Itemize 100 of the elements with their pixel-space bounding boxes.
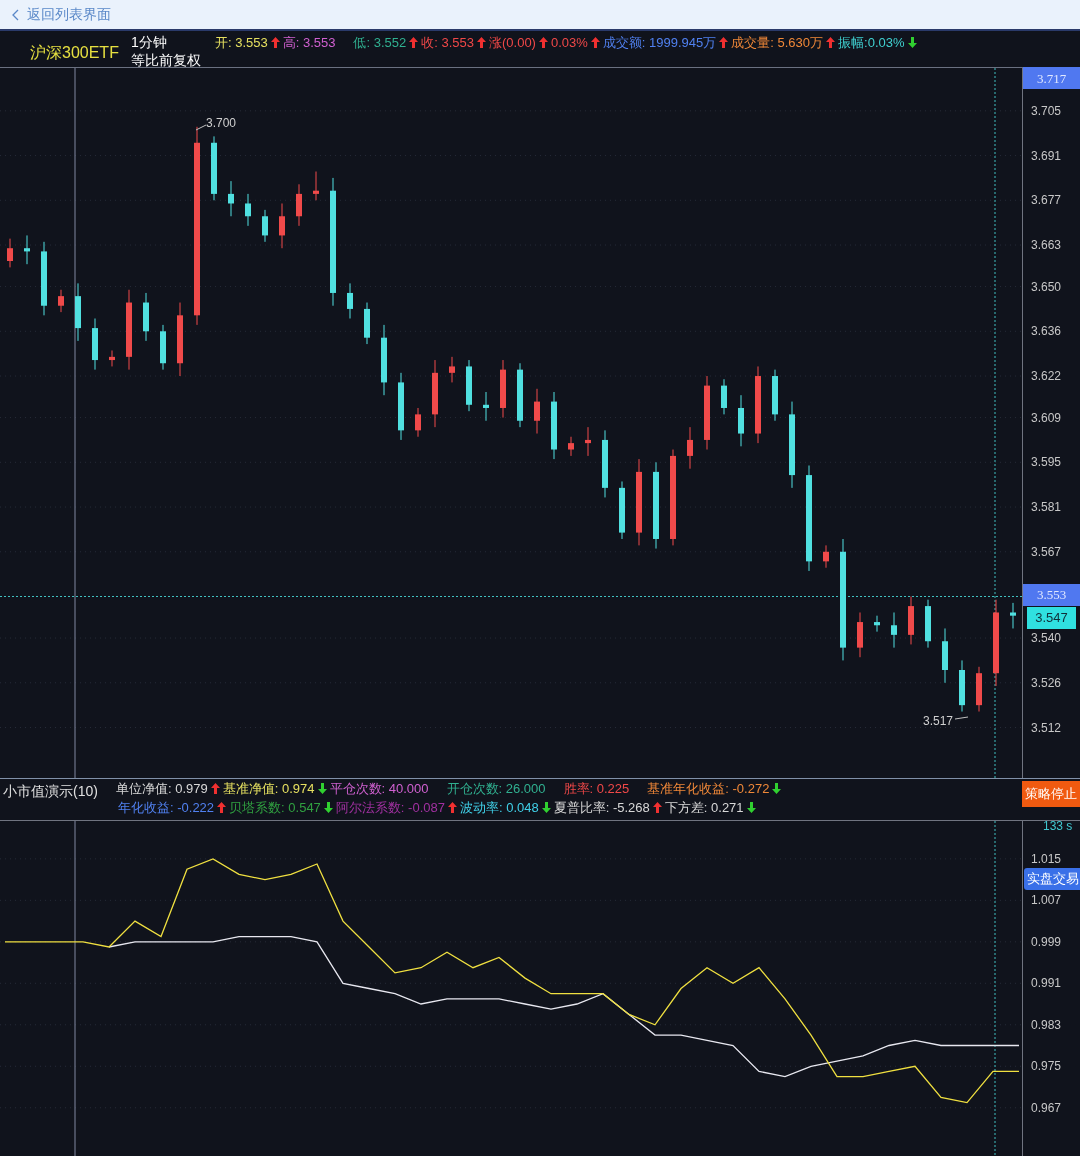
live-trading-button[interactable]: 实盘交易 [1024,868,1080,890]
stat-value: 贝塔系数: 0.547 [229,799,321,817]
candle [823,544,829,569]
candle [976,666,982,713]
candle [466,359,472,412]
candle [109,349,115,367]
back-chevron-icon [12,8,19,21]
stat-value: 低: 3.552 [353,34,407,52]
price-axis-label: 3.677 [1030,193,1062,208]
price-axis-label: 3.581 [1030,500,1062,515]
leader-line [195,124,207,131]
stat-value: 开: 3.553 [214,34,268,52]
value-axis-label: 1.007 [1030,893,1062,908]
adjust-label: 等比前复权 [130,51,201,69]
candle [92,318,98,371]
price-axis-label: 3.650 [1030,279,1062,294]
candle [602,429,608,498]
candle [551,391,557,460]
value-axis-label: 0.983 [1030,1017,1062,1032]
price-axis-label: 3.663 [1030,238,1062,252]
price-axis-label: 3.526 [1030,675,1062,690]
candle [211,135,217,201]
candle [313,171,319,201]
value-axis-label: 1.015 [1030,851,1062,866]
stat-value: 收: 3.553 [421,34,474,52]
stat-value: 基准净值: 0.974 [222,780,315,798]
timer-label: 133 s [1042,818,1073,835]
price-badge: 3.717 [1023,67,1080,90]
candle [398,372,404,441]
symbol-name: 沪深300ETF [30,43,119,63]
back-link[interactable]: 返回列表界面 [12,4,111,25]
crosshair-price-badge: 3.553 [1023,583,1080,606]
candle [500,359,506,419]
candle [143,292,149,342]
leader-line [954,716,969,720]
candle [7,238,13,268]
candle [585,426,591,457]
stat-value: 阿尔法系数: -0.087 [335,799,445,817]
candle [415,407,421,438]
price-axis-label: 3.636 [1030,324,1062,339]
candle [75,282,81,342]
candle [279,203,285,249]
candle [772,369,778,422]
price-axis-label: 3.567 [1030,544,1062,559]
value-axis-label: 0.975 [1030,1059,1062,1074]
candle [534,388,540,435]
price-axis-label: 3.540 [1030,631,1062,646]
stat-value: 涨(0.00) [489,34,536,52]
stat-value: 平仓次数: 40.000 [329,780,429,798]
candle [1010,602,1016,629]
candle [228,180,234,217]
candle [296,183,302,227]
stat-value: 年化收益: -0.222 [118,799,215,817]
candle [432,359,438,428]
stat-value: 胜率: 0.225 [563,780,630,798]
low-price-label: 3.517 [923,713,954,730]
candle [687,426,693,470]
candle [874,615,880,633]
candle [568,436,574,457]
last-price-badge: 3.547 [1027,606,1076,629]
value-axis-label: 0.991 [1030,976,1062,991]
price-axis-label: 3.622 [1030,369,1062,383]
candle [160,324,166,371]
candle [483,391,489,422]
period-label: 1分钟 [130,33,168,51]
price-axis-label: 3.609 [1030,410,1062,425]
candle [58,289,64,313]
candle [262,209,268,243]
stat-value: 夏普比率: -5.268 [553,799,650,817]
strategy-title: 小市值演示(10) [2,782,99,801]
candle [517,362,523,428]
stat-value: 单位净值: 0.979 [116,780,208,798]
stat-value: 振幅:0.03% [838,34,905,52]
candle [738,394,744,447]
candle [347,282,353,319]
candle [721,378,727,415]
candle [959,659,965,713]
stat-value: 基准年化收益: -0.272 [647,780,770,798]
stat-value: 成交额: 1999.945万 [602,34,717,52]
stat-value: 波动率: 0.048 [459,799,539,817]
value-axis-label: 0.999 [1030,934,1062,949]
high-price-label: 3.700 [206,115,237,132]
candle [891,612,897,649]
candle [245,193,251,227]
candle [908,596,914,645]
candle [381,324,387,396]
candle [364,302,370,345]
stat-value: 0.03% [550,34,588,52]
value-axis-label: 0.967 [1030,1100,1062,1115]
price-axis-label: 3.595 [1030,455,1062,470]
stat-value: 下方差: 0.271 [664,799,744,817]
stat-value: 成交量: 5.630万 [731,34,824,52]
candle [942,627,948,684]
stat-value: 开仓次数: 26.000 [446,780,546,798]
stop-strategy-button[interactable]: 策略停止 [1022,781,1080,807]
price-axis-label: 3.512 [1030,720,1062,735]
stat-value: 高: 3.553 [282,34,336,52]
price-axis-label: 3.705 [1030,103,1062,118]
candle [24,234,30,265]
candle [449,356,455,383]
